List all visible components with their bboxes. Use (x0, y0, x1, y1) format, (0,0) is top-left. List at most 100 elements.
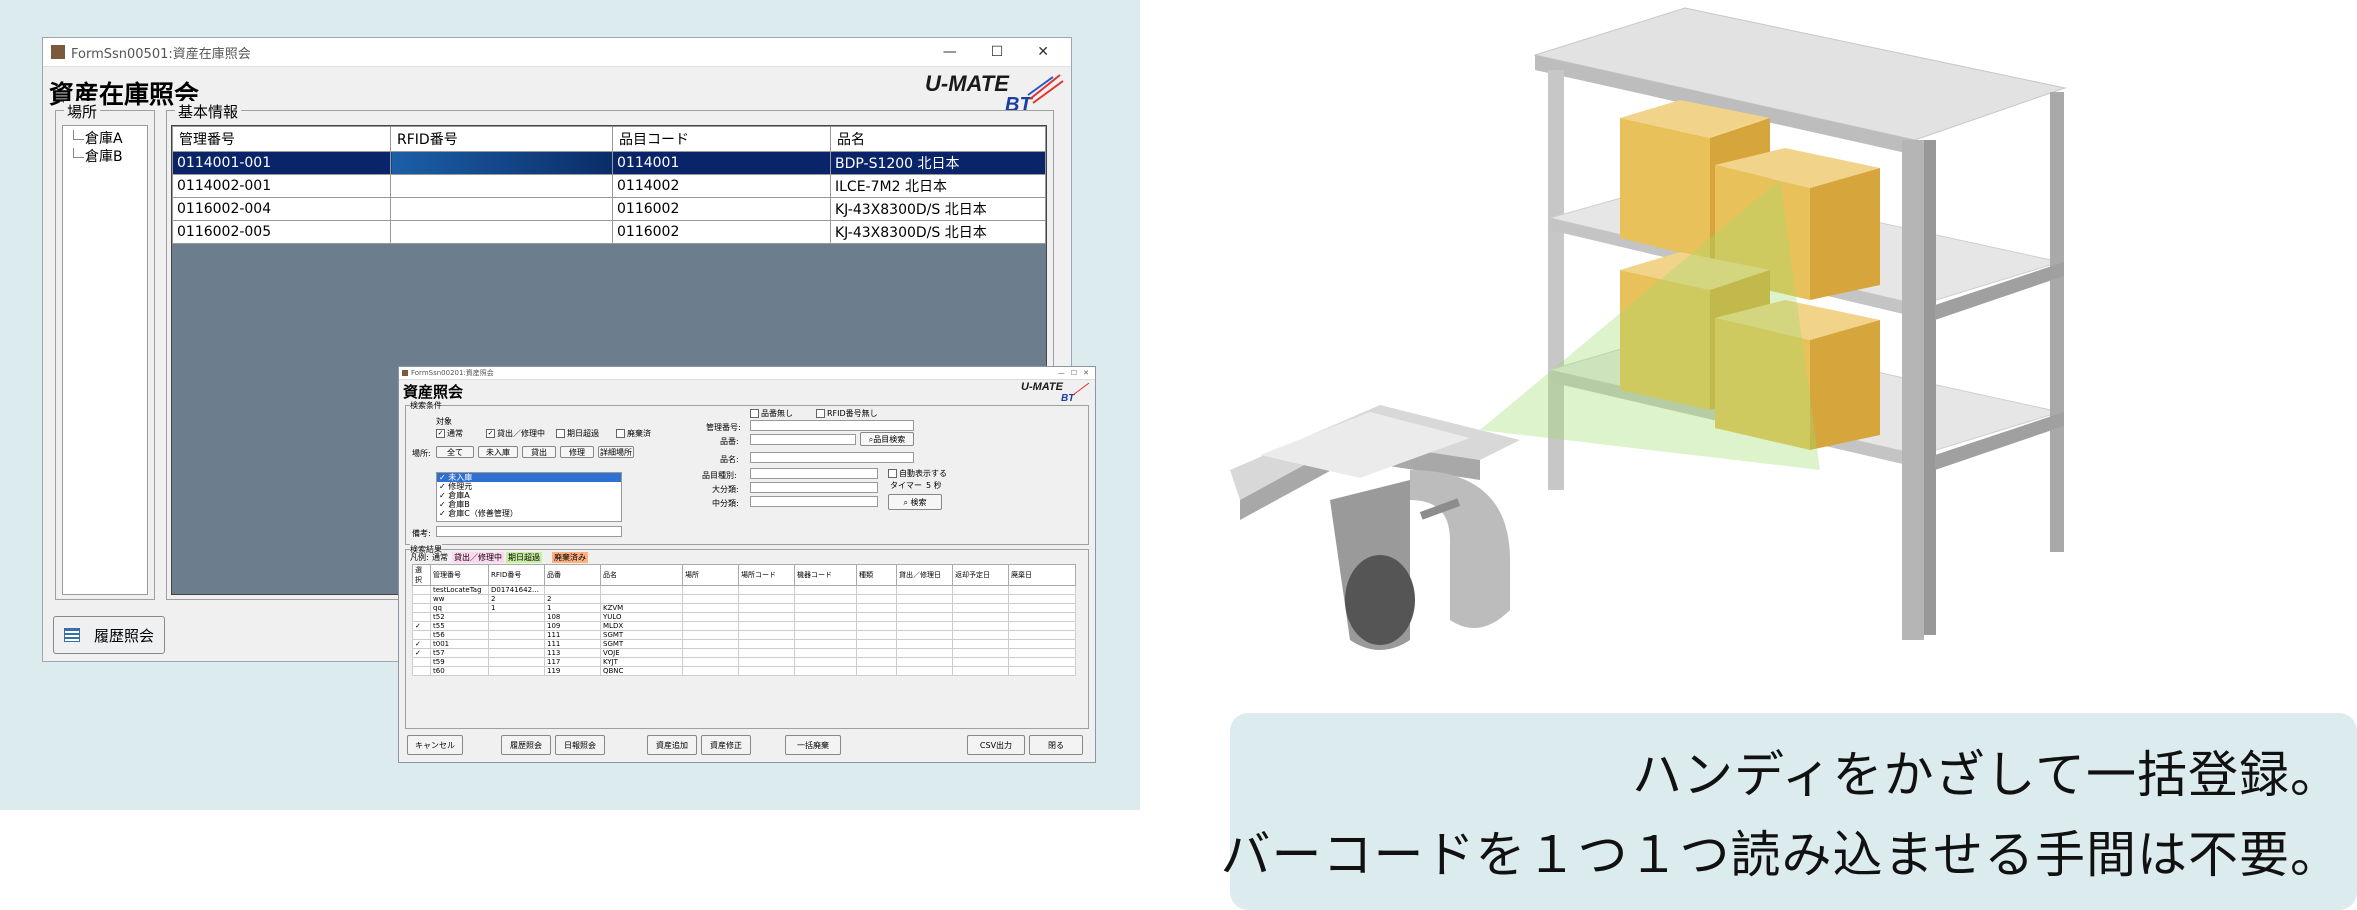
table-row[interactable]: 0114001-001 0114001 BDP-S1200 北日本 (172, 151, 1046, 175)
results-table[interactable]: 選択 管理番号 RFID番号 品番 品名 場所 場所コード 機器コード 種類 貸出／修理日 返却予定… (412, 564, 1076, 676)
col-header[interactable]: 品名 (600, 564, 683, 586)
table-row[interactable]: testLocateTag D01741642… (412, 585, 1076, 595)
minor-label: 中分類: (712, 499, 739, 508)
item-search-button[interactable]: ⌕品目検索 (860, 432, 914, 446)
checkbox[interactable] (816, 409, 825, 418)
location-detail-button[interactable]: 詳細場所 (598, 446, 634, 458)
col-header[interactable]: 返却予定日 (952, 564, 1009, 586)
no-rfid-check[interactable]: RFID番号無し (816, 408, 878, 419)
table-row[interactable]: ✓ t55 109 MLDX (412, 621, 1076, 631)
col-header[interactable]: 貸出／修理日 (896, 564, 953, 586)
col-header[interactable]: 場所コード (738, 564, 795, 586)
checkbox[interactable]: ✓ (436, 429, 445, 438)
list-item[interactable]: ✓ 倉庫B (437, 500, 621, 509)
location-unstocked-button[interactable]: 未入庫 (478, 446, 518, 458)
table-row[interactable]: t52 108 YULO (412, 612, 1076, 622)
minimize-button[interactable]: — (1058, 369, 1065, 377)
select-checkbox[interactable] (412, 657, 431, 667)
tree-item-warehouse-b[interactable]: 倉庫B (63, 148, 147, 166)
table-row[interactable]: qq 1 1 KZVM (412, 603, 1076, 613)
item-name-input[interactable] (750, 452, 914, 463)
checkbox[interactable]: ✓ (486, 429, 495, 438)
remarks-input[interactable] (436, 526, 622, 537)
csv-export-button[interactable]: CSV出力 (967, 735, 1025, 755)
auto-display-check[interactable]: 自動表示する (888, 468, 947, 479)
item-no-input[interactable] (750, 434, 856, 445)
location-all-button[interactable]: 全て (436, 446, 474, 458)
select-checkbox[interactable]: ✓ (412, 639, 431, 649)
col-header[interactable]: RFID番号 (488, 564, 545, 586)
close-button[interactable]: ✕ (1037, 44, 1049, 60)
col-header[interactable]: 品名 (830, 126, 1046, 152)
list-item[interactable]: ✓ 未入庫 (437, 473, 621, 482)
col-header[interactable]: 管理番号 (172, 126, 391, 152)
table-row[interactable]: ww 2 2 (412, 594, 1076, 604)
col-header[interactable]: 機器コード (794, 564, 857, 586)
select-checkbox[interactable] (412, 603, 431, 613)
close-dialog-button[interactable]: 閉る (1029, 735, 1083, 755)
location-repair-button[interactable]: 修理 (560, 446, 594, 458)
minimize-button[interactable]: — (943, 44, 957, 60)
table-row[interactable]: t60 119 QBNC (412, 666, 1076, 676)
target-check-normal[interactable]: ✓ 通常 (436, 428, 463, 439)
asset-add-button[interactable]: 資産追加 (647, 735, 697, 755)
table-row[interactable]: 0114002-001 0114002 ILCE-7M2 北日本 (172, 174, 1046, 198)
select-checkbox[interactable] (412, 585, 431, 595)
history-button[interactable]: 履歴照会 (53, 616, 165, 654)
asset-edit-button[interactable]: 資産修正 (701, 735, 751, 755)
tree-item-warehouse-a[interactable]: 倉庫A (63, 130, 147, 148)
item-type-select[interactable] (750, 468, 878, 479)
select-checkbox[interactable] (412, 612, 431, 622)
select-checkbox[interactable]: ✓ (412, 648, 431, 658)
location-tree[interactable]: 倉庫A 倉庫B (62, 125, 148, 595)
bulk-dispose-button[interactable]: 一括廃棄 (785, 735, 841, 755)
list-item[interactable]: ✓ 修理元 (437, 482, 621, 491)
col-header[interactable]: 場所 (682, 564, 739, 586)
col-header[interactable]: 種類 (856, 564, 897, 586)
daily-report-button[interactable]: 日報照会 (555, 735, 605, 755)
checkbox[interactable] (616, 429, 625, 438)
select-checkbox[interactable] (412, 666, 431, 676)
list-item[interactable]: ✓ 倉庫A (437, 491, 621, 500)
table-cell (682, 603, 739, 613)
major-select[interactable] (750, 482, 878, 493)
select-checkbox[interactable]: ✓ (412, 621, 431, 631)
col-header[interactable]: RFID番号 (390, 126, 613, 152)
select-checkbox[interactable] (412, 594, 431, 604)
table-row[interactable]: 0116002-005 0116002 KJ-43X8300D/S 北日本 (172, 220, 1046, 244)
search-button[interactable]: ⌕ 検索 (888, 494, 942, 510)
col-header[interactable]: 品番 (544, 564, 601, 586)
target-check-lent[interactable]: ✓ 貸出／修理中 (486, 428, 545, 439)
col-header[interactable]: 選択 (412, 564, 431, 586)
target-check-disposed[interactable]: 廃棄済 (616, 428, 651, 439)
maximize-button[interactable]: ☐ (991, 44, 1004, 60)
manage-no-input[interactable] (750, 420, 914, 431)
table-row[interactable]: t59 117 KYJT (412, 657, 1076, 667)
table-row[interactable]: ✓ t001 111 SGMT (412, 639, 1076, 649)
location-list[interactable]: ✓ 未入庫 ✓ 修理元 ✓ 倉庫A ✓ 倉庫B ✓ 倉庫C（修善管理） (436, 472, 622, 522)
col-header[interactable]: 廃棄日 (1008, 564, 1076, 586)
table-cell (1008, 657, 1076, 667)
table-cell (952, 594, 1009, 604)
list-item[interactable]: ✓ 倉庫C（修善管理） (437, 509, 621, 518)
col-header[interactable]: 管理番号 (430, 564, 489, 586)
table-row[interactable]: ✓ t57 113 VOJE (412, 648, 1076, 658)
timer-value[interactable]: 5 秒 (926, 480, 942, 491)
table-row[interactable]: t56 111 SGMT (412, 630, 1076, 640)
no-item-check[interactable]: 品番無し (750, 408, 793, 419)
checkbox[interactable] (888, 469, 897, 478)
col-header[interactable]: 品目コード (612, 126, 831, 152)
cancel-button[interactable]: キャンセル (407, 735, 463, 755)
close-button[interactable]: ✕ (1083, 369, 1089, 377)
minor-select[interactable] (750, 496, 878, 507)
table-cell (952, 585, 1009, 595)
select-checkbox[interactable] (412, 630, 431, 640)
target-check-overdue[interactable]: 期日超過 (556, 428, 599, 439)
maximize-button[interactable]: ☐ (1071, 369, 1077, 377)
location-lent-button[interactable]: 貸出 (522, 446, 556, 458)
checkbox[interactable] (750, 409, 759, 418)
history-inquiry-button[interactable]: 履歴照会 (501, 735, 551, 755)
table-cell: testLocateTag (430, 585, 489, 595)
table-row[interactable]: 0116002-004 0116002 KJ-43X8300D/S 北日本 (172, 197, 1046, 221)
checkbox[interactable] (556, 429, 565, 438)
